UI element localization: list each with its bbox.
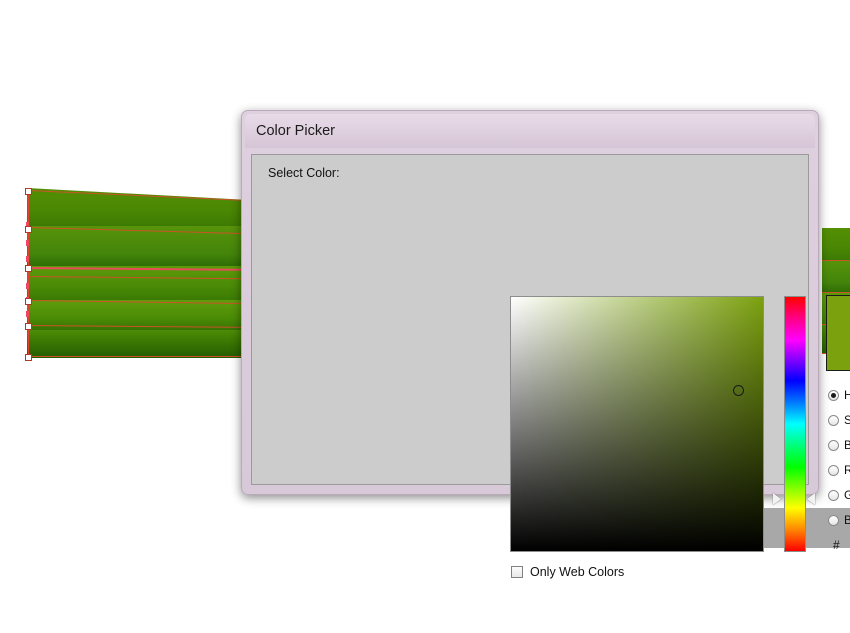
- field-row-green: G: 161: [828, 485, 850, 505]
- select-color-label: Select Color:: [268, 166, 340, 180]
- field-row-hue: H: 74°: [828, 385, 850, 405]
- field-row-brightness: B: 63%: [828, 435, 850, 455]
- path-outline-left-edge: [28, 190, 29, 358]
- radio-red[interactable]: [828, 464, 839, 476]
- color-preview-swatch: [826, 295, 850, 371]
- path-tick: [26, 256, 29, 262]
- path-outline: [822, 260, 850, 261]
- only-web-colors-checkbox[interactable]: Only Web Colors: [511, 565, 624, 579]
- hue-slider[interactable]: [784, 296, 806, 552]
- field-row-hex: # 7CA10F: [828, 535, 850, 555]
- only-web-colors-label: Only Web Colors: [530, 565, 625, 579]
- path-tick: [26, 240, 29, 246]
- vector-artwork-left[interactable]: [27, 188, 249, 358]
- anchor-point[interactable]: [25, 323, 32, 330]
- label-blue: B:: [844, 513, 850, 527]
- hue-slider-handle-left[interactable]: [773, 493, 781, 505]
- label-hue: H:: [844, 388, 850, 402]
- artwork-band: [27, 266, 249, 300]
- label-brightness: B:: [844, 438, 850, 452]
- label-green: G:: [844, 488, 850, 502]
- anchor-point[interactable]: [25, 188, 32, 195]
- path-tick: [26, 311, 29, 317]
- artwork-band: [822, 260, 850, 292]
- radio-green[interactable]: [828, 489, 839, 501]
- field-row-red: R: 124: [828, 460, 850, 480]
- field-row-blue: B: 15: [828, 510, 850, 530]
- hex-symbol: #: [833, 538, 840, 552]
- path-tick: [26, 283, 29, 289]
- saturation-brightness-field[interactable]: [510, 296, 764, 552]
- sb-black-gradient: [511, 297, 763, 551]
- radio-saturation[interactable]: [828, 414, 839, 426]
- dialog-titlebar[interactable]: Color Picker: [245, 114, 815, 148]
- sb-cursor-handle[interactable]: [733, 385, 744, 396]
- label-saturation: S:: [844, 413, 850, 427]
- radio-hue[interactable]: [828, 389, 839, 401]
- artwork-band: [27, 330, 249, 358]
- color-picker-dialog: Color Picker Select Color: OK Cancel Col…: [241, 110, 850, 579]
- path-outline: [822, 292, 850, 293]
- anchor-point[interactable]: [25, 226, 32, 233]
- anchor-point[interactable]: [25, 265, 32, 272]
- checkbox-box[interactable]: [511, 566, 523, 578]
- radio-brightness[interactable]: [828, 439, 839, 451]
- label-red: R:: [844, 463, 850, 477]
- anchor-point[interactable]: [25, 298, 32, 305]
- dialog-title: Color Picker: [256, 123, 335, 139]
- anchor-point[interactable]: [25, 354, 32, 361]
- field-row-saturation: S: 90%: [828, 410, 850, 430]
- hue-slider-handle-right[interactable]: [807, 493, 815, 505]
- artwork-band: [822, 228, 850, 260]
- path-outline-bottom: [28, 356, 250, 357]
- radio-blue[interactable]: [828, 514, 839, 526]
